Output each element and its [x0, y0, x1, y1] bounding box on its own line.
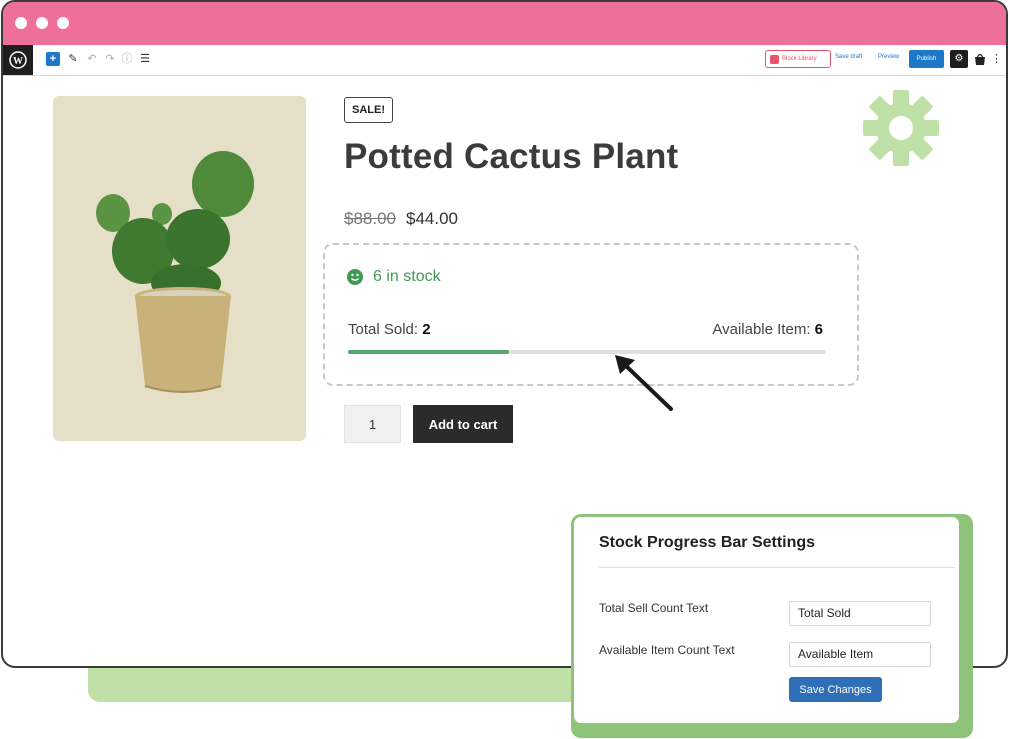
available-item-value: 6: [814, 321, 823, 338]
editor-toolbar: W + ✎ ↶ ↷ ⓘ ☰ Block Library Save draft P…: [3, 45, 1006, 76]
stock-status-text: 6 in stock: [373, 268, 441, 285]
wordpress-logo-icon[interactable]: W: [3, 45, 33, 75]
window-dot-2[interactable]: [36, 17, 48, 29]
save-draft-link[interactable]: Save draft: [835, 54, 862, 60]
more-options-icon[interactable]: ⋮: [991, 51, 1002, 67]
gear-icon: [863, 90, 939, 166]
total-sold-text: Total Sold: 2: [348, 321, 431, 338]
redo-icon[interactable]: ↷: [103, 52, 117, 66]
current-price: $44.00: [406, 209, 458, 228]
edit-pencil-icon[interactable]: ✎: [66, 52, 80, 66]
available-item-count-input[interactable]: Available Item: [789, 642, 931, 667]
total-sold-value: 2: [422, 321, 431, 338]
window-dot-1[interactable]: [15, 17, 27, 29]
stock-progress-track: [348, 350, 826, 354]
product-image: [53, 96, 306, 441]
list-view-icon[interactable]: ☰: [138, 52, 152, 66]
total-sold-label: Total Sold:: [348, 321, 419, 338]
undo-icon[interactable]: ↶: [85, 52, 99, 66]
available-item-label: Available Item:: [712, 321, 811, 338]
settings-panel-title: Stock Progress Bar Settings: [599, 534, 816, 551]
arrow-pointer-icon: [615, 355, 673, 411]
old-price: $88.00: [344, 209, 396, 228]
publish-button[interactable]: Publish: [909, 50, 944, 68]
shop-bag-icon[interactable]: [972, 51, 988, 67]
available-item-count-label: Available Item Count Text: [599, 643, 735, 657]
add-to-cart-button[interactable]: Add to cart: [413, 405, 513, 443]
save-changes-button[interactable]: Save Changes: [789, 677, 882, 702]
stock-progress-fill: [348, 350, 509, 354]
svg-text:W: W: [13, 56, 23, 67]
product-title: Potted Cactus Plant: [344, 137, 679, 176]
window-dot-3[interactable]: [57, 17, 69, 29]
window-titlebar: [3, 2, 1006, 45]
settings-gear-icon[interactable]: ⚙: [950, 50, 968, 68]
block-library-button[interactable]: Block Library: [765, 50, 831, 68]
settings-panel-divider: [599, 567, 955, 568]
basket-icon: [770, 54, 779, 64]
info-icon[interactable]: ⓘ: [120, 52, 134, 66]
preview-link[interactable]: Preview: [878, 54, 899, 60]
stock-progress-box: [323, 243, 859, 386]
sale-badge: SALE!: [344, 97, 393, 123]
block-library-label: Block Library: [782, 56, 817, 62]
total-sell-count-input[interactable]: Total Sold: [789, 601, 931, 626]
available-item-text: Available Item: 6: [712, 321, 823, 338]
smile-icon: [347, 269, 363, 285]
total-sell-count-label: Total Sell Count Text: [599, 601, 709, 615]
add-block-icon[interactable]: +: [46, 52, 60, 66]
quantity-input[interactable]: 1: [344, 405, 401, 443]
